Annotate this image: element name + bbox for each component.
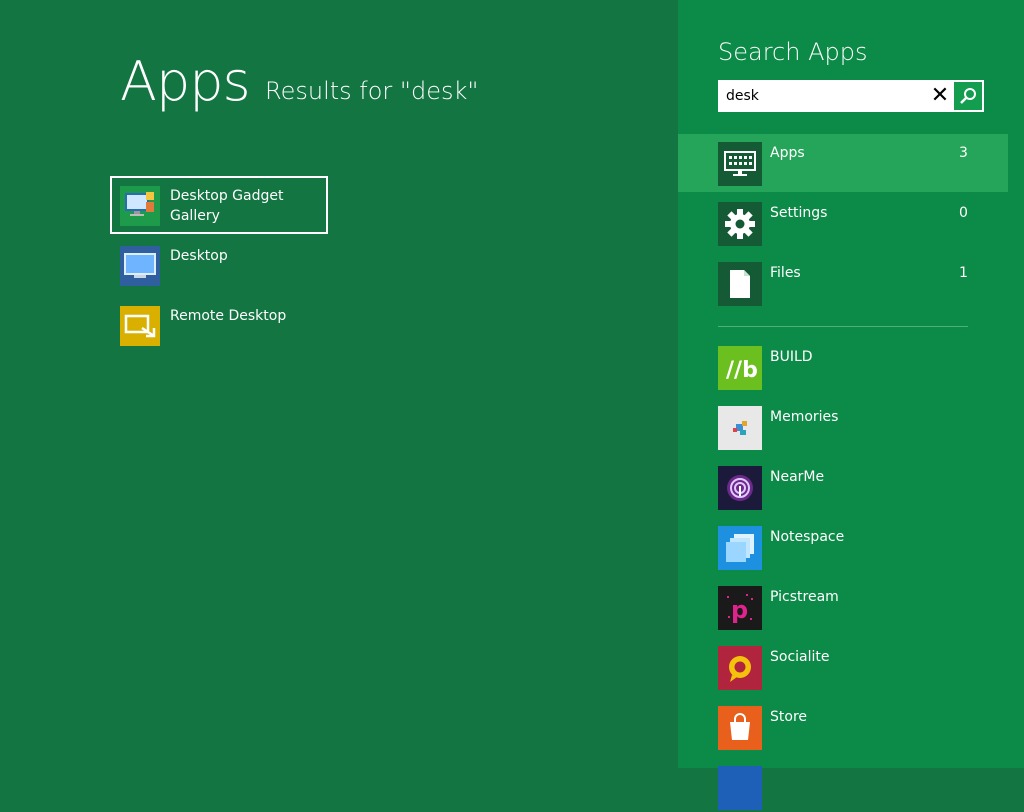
search-icon bbox=[960, 88, 976, 104]
apps-results-area: Apps Results for "desk" Desktop Gadget G… bbox=[0, 0, 678, 768]
desktop-icon bbox=[120, 246, 160, 286]
scope-label: Settings bbox=[770, 205, 828, 221]
app-label: Picstream bbox=[770, 589, 839, 605]
app-tile-icon bbox=[718, 766, 762, 810]
keyboard-icon bbox=[718, 142, 762, 186]
scope-settings[interactable]: Settings 0 bbox=[678, 194, 1008, 252]
app-socialite[interactable]: Socialite bbox=[718, 646, 998, 692]
app-notespace[interactable]: Notespace bbox=[718, 526, 998, 572]
app-build[interactable]: //b BUILD bbox=[718, 346, 998, 392]
app-picstream[interactable]: p Picstream bbox=[718, 586, 998, 632]
search-button[interactable] bbox=[954, 82, 982, 110]
scope-count: 1 bbox=[959, 265, 968, 281]
picstream-icon: p bbox=[718, 586, 762, 630]
file-icon bbox=[718, 262, 762, 306]
app-label: Memories bbox=[770, 409, 839, 425]
result-desktop-gadget-gallery[interactable]: Desktop Gadget Gallery bbox=[110, 176, 328, 234]
gadget-gallery-icon bbox=[120, 186, 160, 226]
results-subtitle: Results for "desk" bbox=[265, 77, 479, 105]
notespace-icon bbox=[718, 526, 762, 570]
result-label: Desktop Gadget Gallery bbox=[170, 188, 284, 224]
scope-label: Apps bbox=[770, 145, 805, 161]
divider bbox=[718, 326, 968, 327]
search-pane-title: Search Apps bbox=[718, 38, 868, 66]
search-pane: Search Apps ✕ Apps 3 bbox=[678, 0, 1024, 810]
result-label: Desktop bbox=[170, 248, 228, 264]
page-title: Apps bbox=[120, 50, 251, 113]
store-icon bbox=[718, 706, 762, 750]
scope-apps[interactable]: Apps 3 bbox=[678, 134, 1008, 192]
search-input[interactable] bbox=[720, 82, 934, 110]
clear-search-button[interactable]: ✕ bbox=[926, 82, 954, 110]
app-label: Notespace bbox=[770, 529, 845, 545]
remote-desktop-icon bbox=[120, 306, 160, 346]
app-nearme[interactable]: NearMe bbox=[718, 466, 998, 512]
scope-label: Files bbox=[770, 265, 801, 281]
gear-icon bbox=[718, 202, 762, 246]
scope-count: 3 bbox=[959, 145, 968, 161]
socialite-icon bbox=[718, 646, 762, 690]
svg-text:p: p bbox=[731, 596, 748, 624]
memories-icon bbox=[718, 406, 762, 450]
app-partial bbox=[718, 766, 998, 812]
app-memories[interactable]: Memories bbox=[718, 406, 998, 452]
close-icon: ✕ bbox=[930, 83, 950, 108]
result-desktop[interactable]: Desktop bbox=[110, 236, 328, 294]
nearme-icon bbox=[718, 466, 762, 510]
app-label: Store bbox=[770, 709, 808, 725]
app-label: NearMe bbox=[770, 469, 825, 485]
app-store[interactable]: Store bbox=[718, 706, 998, 752]
scope-count: 0 bbox=[959, 205, 968, 221]
app-label: Socialite bbox=[770, 649, 830, 665]
scope-files[interactable]: Files 1 bbox=[678, 254, 1008, 312]
app-label: BUILD bbox=[770, 349, 813, 365]
result-label: Remote Desktop bbox=[170, 308, 287, 324]
search-box: ✕ bbox=[718, 80, 984, 112]
build-icon: //b bbox=[718, 346, 762, 390]
result-remote-desktop[interactable]: Remote Desktop bbox=[110, 296, 328, 354]
svg-text://b: //b bbox=[726, 358, 758, 383]
